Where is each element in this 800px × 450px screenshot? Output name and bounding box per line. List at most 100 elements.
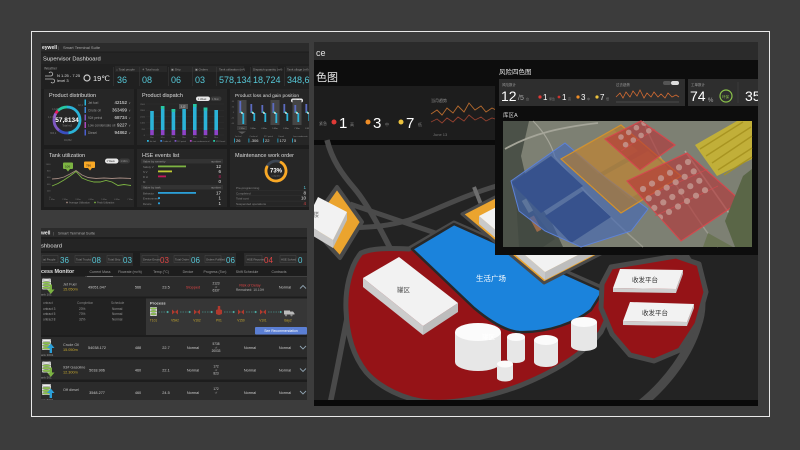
svg-text:低: 低 xyxy=(418,121,422,127)
svg-text:32%: 32% xyxy=(79,317,86,321)
svg-text:Jet fuel: Jet fuel xyxy=(149,140,156,143)
svg-text:Normal: Normal xyxy=(112,307,123,311)
svg-text:26: 26 xyxy=(236,138,241,143)
svg-text:Normal: Normal xyxy=(112,312,123,316)
svg-text:Product loss and gain position: Product loss and gain position xyxy=(235,93,299,99)
svg-text:03: 03 xyxy=(160,256,169,265)
svg-text:Flowrate (m³/h): Flowrate (m³/h) xyxy=(118,270,142,274)
svg-text:1400: 1400 xyxy=(140,123,146,125)
svg-text:3500: 3500 xyxy=(140,104,146,106)
svg-text:HSE Solved: HSE Solved xyxy=(281,258,297,262)
svg-text:823: 823 xyxy=(213,372,219,376)
svg-text:49051.047: 49051.047 xyxy=(88,286,106,290)
svg-text:库区A: 库区A xyxy=(503,111,518,119)
svg-text:Tank utilization: Tank utilization xyxy=(49,153,85,159)
svg-text:Valve by task: Valve by task xyxy=(143,186,161,190)
svg-text:P01: P01 xyxy=(216,319,222,323)
svg-text:Total m3: Total m3 xyxy=(62,125,72,128)
svg-text:6 Mar: 6 Mar xyxy=(114,198,120,201)
svg-text:Normal: Normal xyxy=(187,369,199,373)
svg-text:2 Mar: 2 Mar xyxy=(239,127,245,130)
svg-text:收发平台: 收发平台 xyxy=(632,275,658,284)
svg-text:1 Week: 1 Week xyxy=(106,160,115,163)
svg-text:92# Diesel: 92# Diesel xyxy=(215,141,225,143)
svg-text:700: 700 xyxy=(141,129,145,131)
svg-text:Smart Terminal Suite: Smart Terminal Suite xyxy=(58,231,96,236)
svg-text:Environment: Environment xyxy=(143,197,159,201)
svg-text:高: 高 xyxy=(568,96,571,101)
svg-text:1 Week: 1 Week xyxy=(198,98,207,101)
svg-text:363499: 363499 xyxy=(111,108,127,113)
svg-text:Progress (Ton): Progress (Ton) xyxy=(204,270,227,274)
svg-text:ce: ce xyxy=(316,48,326,58)
svg-text:578,134: 578,134 xyxy=(219,75,252,85)
svg-text:Normal: Normal xyxy=(244,369,256,373)
svg-text:18,724: 18,724 xyxy=(253,75,281,85)
svg-text:当月趋势: 当月趋势 xyxy=(431,97,447,103)
svg-text:%: % xyxy=(708,98,714,104)
svg-text:15.050m: 15.050m xyxy=(63,348,78,352)
svg-text:S V: S V xyxy=(143,170,148,174)
svg-text:1 Mar: 1 Mar xyxy=(49,198,55,201)
svg-text:0: 0 xyxy=(232,112,234,114)
svg-text:600: 600 xyxy=(46,177,50,179)
svg-text:74: 74 xyxy=(690,88,706,104)
svg-text:number: number xyxy=(210,186,220,190)
svg-text:9227: 9227 xyxy=(116,123,127,128)
svg-text:Tank utilization (m³): Tank utilization (m³) xyxy=(219,68,245,72)
svg-text:Current Mass: Current Mass xyxy=(89,270,110,274)
svg-text:460: 460 xyxy=(135,369,141,373)
svg-text:4 Mar: 4 Mar xyxy=(261,127,267,130)
svg-text:Crude oil: Crude oil xyxy=(88,109,101,113)
svg-text:Normal: Normal xyxy=(279,369,291,373)
svg-text:T101: T101 xyxy=(150,319,157,323)
svg-text:ontract 8: ontract 8 xyxy=(43,317,56,321)
svg-text:中: 中 xyxy=(385,121,389,127)
svg-text:Normal: Normal xyxy=(244,346,256,350)
svg-text:Normal: Normal xyxy=(279,346,291,350)
svg-text:20033: 20033 xyxy=(212,349,221,353)
svg-text:Total Trucks: Total Trucks xyxy=(76,258,92,262)
svg-text:Normal: Normal xyxy=(112,317,123,321)
svg-text:172: 172 xyxy=(279,138,286,143)
svg-text:✈ Total truck: ✈ Total truck xyxy=(142,68,159,72)
svg-text:23%: 23% xyxy=(79,307,86,311)
svg-text:93# Gasoline: 93# Gasoline xyxy=(63,366,85,370)
svg-text:June 13: June 13 xyxy=(433,132,448,137)
svg-text:eywell: eywell xyxy=(42,45,58,51)
svg-text:Shift Schedule: Shift Schedule xyxy=(236,270,259,274)
svg-text:1000: 1000 xyxy=(45,164,51,166)
svg-text:Normal: Normal xyxy=(187,346,199,350)
svg-text:22.1: 22.1 xyxy=(162,369,169,373)
svg-text:-306: -306 xyxy=(250,138,259,143)
svg-text:566: 566 xyxy=(135,286,141,290)
svg-text:Total Order: Total Order xyxy=(175,258,189,262)
svg-text:5: 5 xyxy=(294,138,297,143)
svg-text:5018.906: 5018.906 xyxy=(89,369,105,373)
svg-text:Pre-programming: Pre-programming xyxy=(236,186,260,190)
svg-text:23.5: 23.5 xyxy=(162,286,169,290)
svg-text:3548.277: 3548.277 xyxy=(89,391,105,395)
svg-text:19℃: 19℃ xyxy=(93,74,110,83)
svg-text:4: 4 xyxy=(303,201,306,206)
svg-text:Normal: Normal xyxy=(279,391,291,395)
svg-text:过去趋势: 过去趋势 xyxy=(616,82,630,87)
svg-text:well: well xyxy=(41,231,51,237)
svg-text:Product distribution: Product distribution xyxy=(49,93,96,99)
svg-text:460: 460 xyxy=(135,391,141,395)
svg-text:风险数计: 风险数计 xyxy=(502,82,516,87)
svg-text:Process: Process xyxy=(150,301,166,306)
svg-text:风险四色图: 风险四色图 xyxy=(499,67,532,76)
svg-text:Completion: Completion xyxy=(77,301,93,305)
svg-text:400: 400 xyxy=(46,184,50,186)
svg-text:▣ Ship: ▣ Ship xyxy=(171,68,181,72)
svg-text:低: 低 xyxy=(606,96,609,101)
svg-text:罐区: 罐区 xyxy=(482,332,496,341)
svg-text:工单数计: 工单数计 xyxy=(691,82,705,87)
svg-text:04: 04 xyxy=(264,256,273,265)
svg-text:V150: V150 xyxy=(237,319,245,323)
svg-text:∨: ∨ xyxy=(128,109,130,113)
svg-text:36: 36 xyxy=(60,256,69,265)
svg-text:level 3: level 3 xyxy=(57,78,69,83)
svg-text:色图: 色图 xyxy=(316,70,338,84)
